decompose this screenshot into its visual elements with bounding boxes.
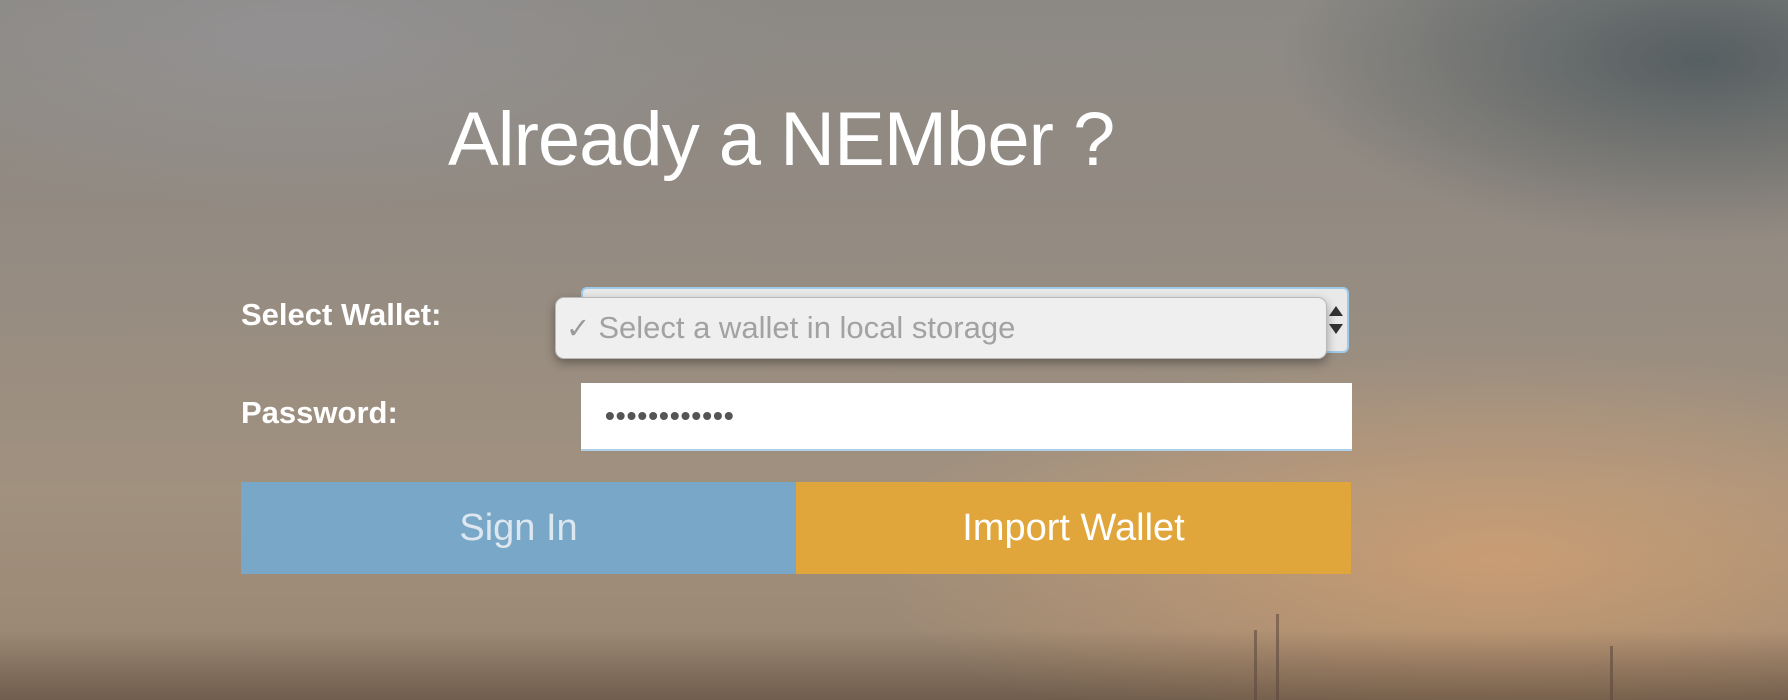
background-pole	[1254, 630, 1257, 700]
password-field[interactable]	[581, 383, 1352, 451]
page-title: Already a NEMber ?	[448, 97, 1115, 182]
password-label: Password:	[241, 395, 398, 430]
background-pole	[1276, 614, 1279, 700]
updown-arrows-icon[interactable]	[1329, 306, 1343, 334]
import-wallet-button[interactable]: Import Wallet	[796, 482, 1351, 574]
background-horizon	[0, 630, 1788, 700]
wallet-option-label: Select a wallet in local storage	[598, 310, 1016, 345]
select-wallet-label: Select Wallet:	[241, 297, 442, 332]
checkmark-icon: ✓	[566, 312, 591, 345]
wallet-dropdown-option[interactable]: ✓ Select a wallet in local storage	[555, 297, 1327, 359]
background-pole	[1610, 646, 1613, 700]
sign-in-button[interactable]: Sign In	[241, 482, 796, 574]
